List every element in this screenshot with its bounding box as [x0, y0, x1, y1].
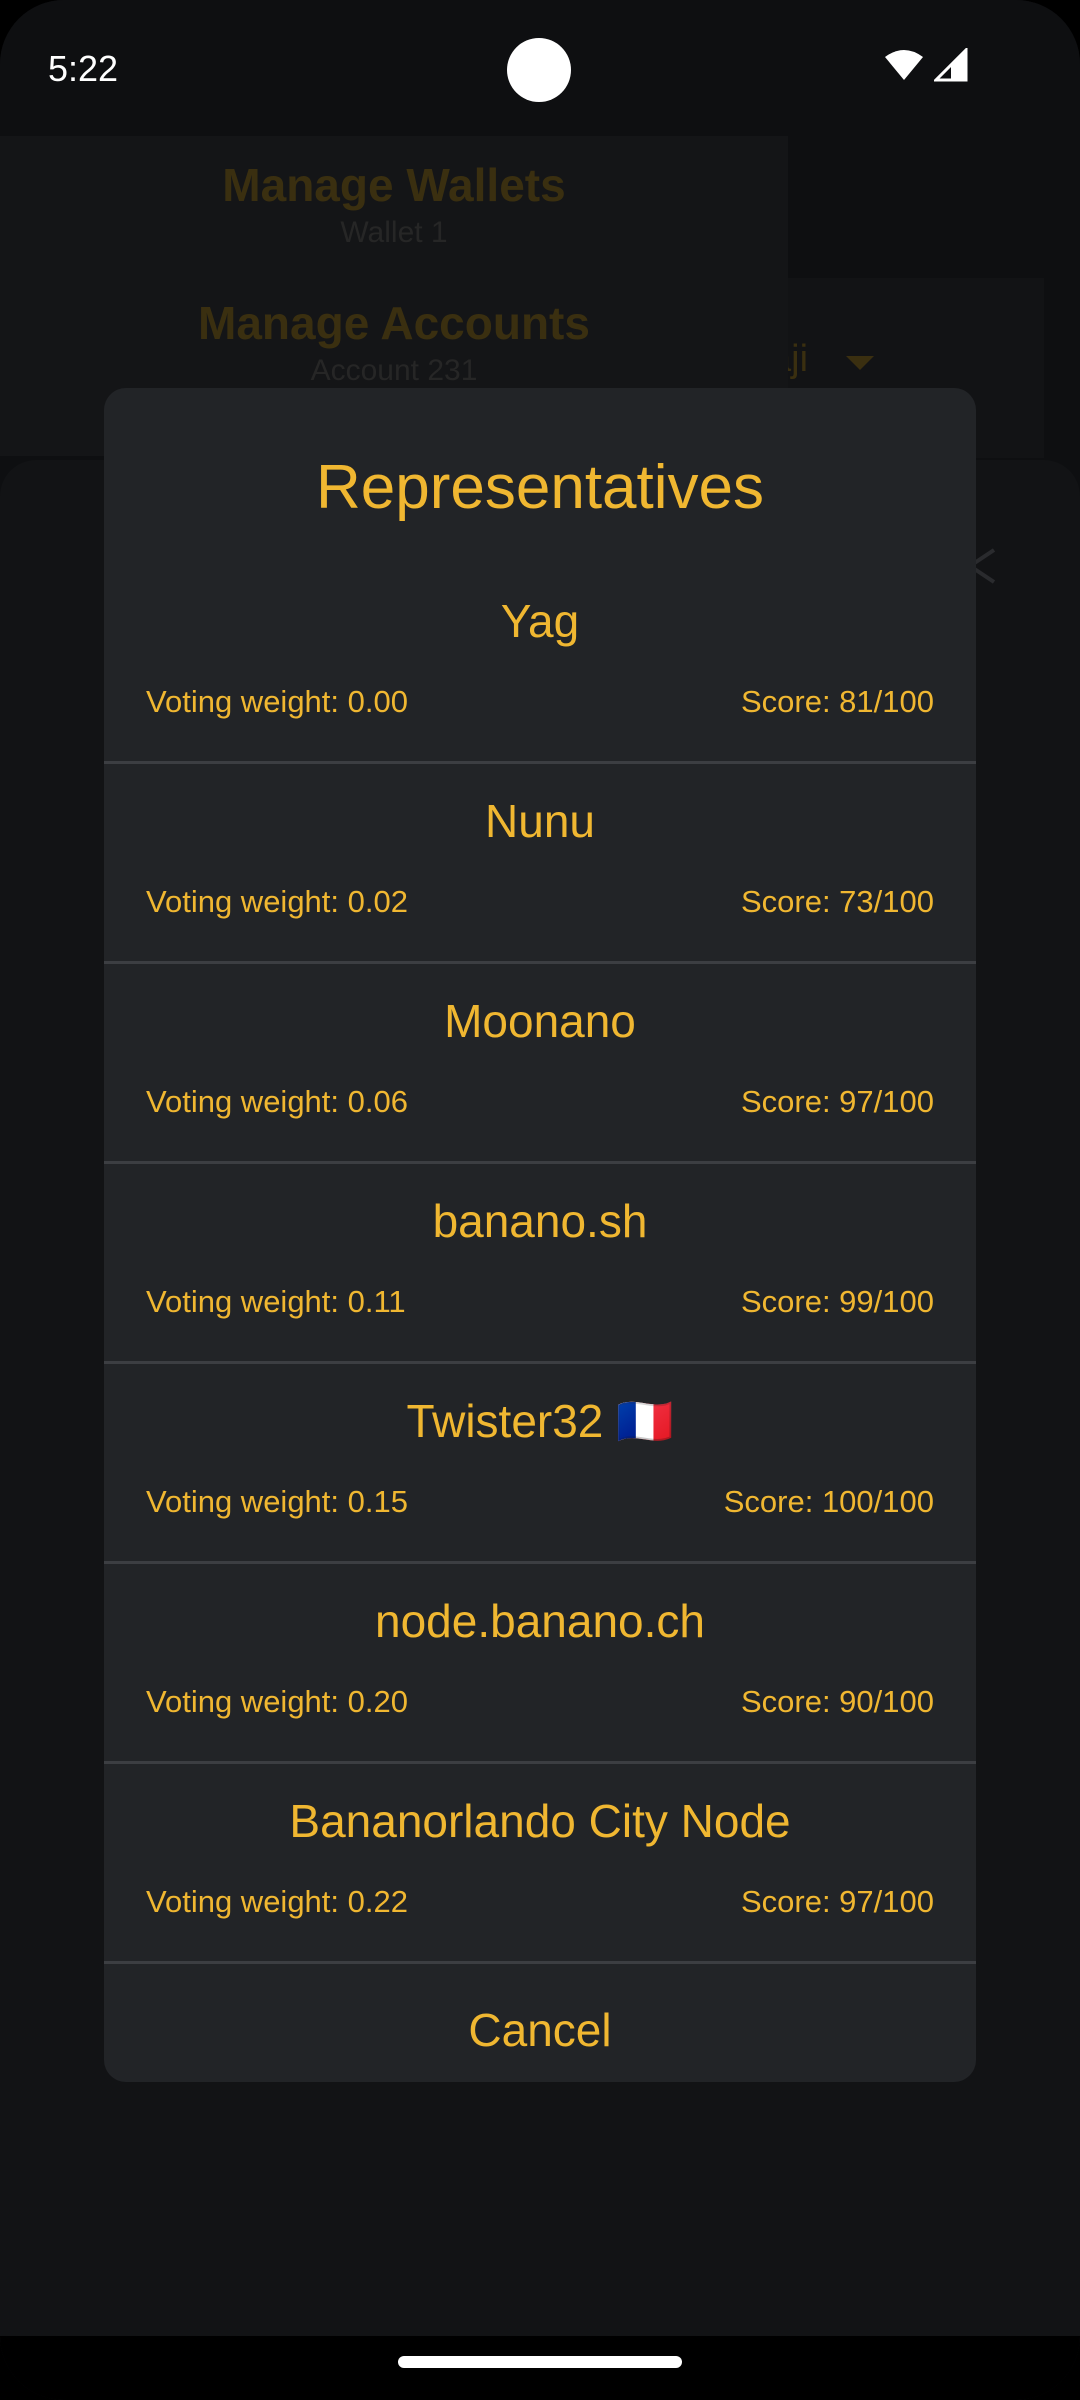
representative-name: banano.sh [432, 1195, 648, 1247]
representative-name: Nunu [485, 795, 595, 847]
representative-name: node.banano.ch [375, 1595, 705, 1647]
representative-voting-weight: Voting weight: 0.11 [146, 1284, 406, 1319]
representative-item[interactable]: Nunu Voting weight: 0.02 Score: 73/100 [104, 764, 976, 964]
representatives-list: Yag Voting weight: 0.00 Score: 81/100 Nu… [104, 564, 976, 1964]
screen: 5:22 aji Manage Wallets Wallet 1 Manage … [0, 0, 1080, 2400]
home-gesture-handle[interactable] [398, 2356, 682, 2368]
representative-voting-weight: Voting weight: 0.02 [146, 884, 408, 919]
representative-voting-weight: Voting weight: 0.06 [146, 1084, 408, 1119]
representative-voting-weight: Voting weight: 0.22 [146, 1884, 408, 1919]
representative-score: Score: 100/100 [723, 1484, 934, 1519]
navigation-bar [0, 2336, 1080, 2400]
representative-item[interactable]: Moonano Voting weight: 0.06 Score: 97/10… [104, 964, 976, 1164]
representative-item[interactable]: Bananorlando City Node Voting weight: 0.… [104, 1764, 976, 1964]
representative-voting-weight: Voting weight: 0.00 [146, 684, 408, 719]
representative-name: Twister32 🇫🇷 [406, 1395, 674, 1447]
representative-score: Score: 97/100 [740, 1084, 934, 1119]
status-time: 5:22 [48, 48, 119, 89]
drawer-item-title: Manage Accounts [198, 297, 590, 349]
representatives-dialog: Representatives Yag Voting weight: 0.00 … [104, 388, 976, 2082]
representative-score: Score: 81/100 [740, 684, 934, 719]
representative-name: Bananorlando City Node [289, 1795, 791, 1847]
representative-name: Yag [500, 595, 580, 647]
cancel-button[interactable]: Cancel [104, 1978, 976, 2082]
representative-score: Score: 90/100 [740, 1684, 934, 1719]
representative-item[interactable]: Twister32 🇫🇷 Voting weight: 0.15 Score: … [104, 1364, 976, 1564]
representative-score: Score: 97/100 [740, 1884, 934, 1919]
drawer-item-title: Manage Wallets [222, 159, 566, 211]
drawer-item-manage-accounts: Manage Accounts Account 231 [0, 296, 788, 388]
drawer-item-manage-wallets: Manage Wallets Wallet 1 [0, 158, 788, 250]
wifi-icon [884, 49, 924, 86]
representative-item[interactable]: banano.sh Voting weight: 0.11 Score: 99/… [104, 1164, 976, 1364]
drawer-item-subtitle: Account 231 [310, 354, 478, 387]
signal-icon [932, 46, 968, 87]
representative-name: Moonano [444, 995, 636, 1047]
representative-score: Score: 99/100 [740, 1284, 934, 1319]
drawer-item-subtitle: Wallet 1 [340, 216, 448, 249]
representative-item[interactable]: node.banano.ch Voting weight: 0.20 Score… [104, 1564, 976, 1764]
representative-voting-weight: Voting weight: 0.20 [146, 1684, 408, 1719]
representative-score: Score: 73/100 [740, 884, 934, 919]
representative-voting-weight: Voting weight: 0.15 [146, 1484, 408, 1519]
status-bar: 5:22 [0, 0, 1080, 136]
representative-item[interactable]: Yag Voting weight: 0.00 Score: 81/100 [104, 564, 976, 764]
dialog-title: Representatives [315, 453, 765, 522]
status-icons [884, 46, 968, 87]
camera-cutout [507, 38, 571, 102]
chevron-down-icon [846, 356, 874, 370]
